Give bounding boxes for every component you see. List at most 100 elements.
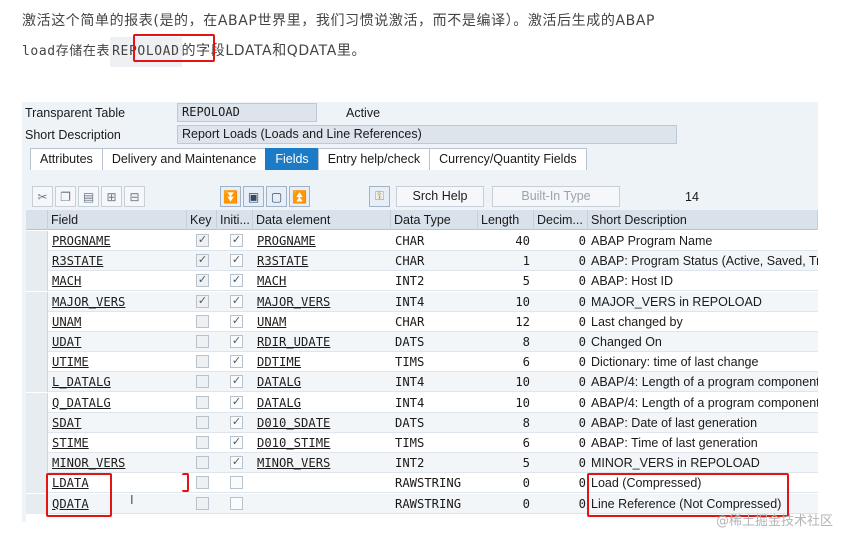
cut-icon[interactable]: ✂	[32, 186, 53, 207]
table-row[interactable]: MACH MACH INT2 5 0 ABAP: Host ID ✓ ✓	[26, 271, 818, 292]
col-initial[interactable]: Initi...	[217, 210, 253, 230]
tab-attributes[interactable]: Attributes	[30, 148, 103, 170]
initial-value-checkbox[interactable]: ✓	[230, 436, 243, 449]
row-selector[interactable]	[26, 473, 48, 494]
delete-row-icon[interactable]: ⊟	[124, 186, 145, 207]
tab-entry-help[interactable]: Entry help/check	[317, 148, 431, 170]
field-name-cell[interactable]: MACH	[52, 271, 182, 291]
key-checkbox[interactable]	[196, 456, 209, 470]
key-checkbox[interactable]: ✓	[196, 234, 209, 247]
data-element-cell[interactable]: DATALG	[257, 393, 387, 413]
table-row[interactable]: PROGNAME PROGNAME CHAR 40 0 ABAP Program Name…	[26, 231, 818, 251]
initial-value-checkbox[interactable]: ✓	[230, 415, 243, 429]
key-checkbox[interactable]	[196, 355, 209, 369]
field-name-cell[interactable]: STIME	[52, 433, 182, 453]
row-selector-header[interactable]	[26, 210, 48, 230]
data-element-cell[interactable]	[257, 473, 387, 493]
row-selector[interactable]	[26, 433, 48, 453]
tab-currency-quantity[interactable]: Currency/Quantity Fields	[429, 148, 587, 170]
search-help-button[interactable]: Srch Help	[396, 186, 484, 207]
table-row[interactable]: L_DATALG DATALG INT4 10 0 ABAP/4: Length of a…	[26, 372, 818, 393]
initial-value-checkbox[interactable]	[230, 496, 243, 510]
row-selector[interactable]	[26, 392, 48, 413]
field-name-cell[interactable]: L_DATALG	[52, 372, 182, 392]
col-data-element[interactable]: Data element	[253, 210, 391, 230]
expand-all-icon[interactable]: ⏬	[220, 186, 241, 207]
field-name-cell[interactable]: MAJOR_VERS	[52, 292, 182, 312]
row-selector[interactable]	[26, 412, 48, 433]
initial-value-checkbox[interactable]: ✓	[230, 274, 243, 288]
insert-row-icon[interactable]: ⊞	[101, 186, 122, 207]
key-checkbox[interactable]	[196, 395, 209, 409]
field-name-cell[interactable]: Q_DATALG	[52, 393, 182, 413]
data-element-cell[interactable]: D010_SDATE	[257, 413, 387, 433]
key-checkbox[interactable]: ✓	[196, 274, 209, 288]
col-data-type[interactable]: Data Type	[391, 210, 478, 230]
data-element-cell[interactable]: MINOR_VERS	[257, 453, 387, 473]
table-row[interactable]: MAJOR_VERS MAJOR_VERS INT4 10 0 MAJOR_VERS in…	[26, 291, 818, 312]
field-name-cell[interactable]: LDATA	[52, 473, 182, 493]
built-in-type-button[interactable]: Built-In Type	[492, 186, 620, 207]
select-icon[interactable]: ▣	[243, 186, 264, 207]
row-selector[interactable]	[26, 231, 48, 251]
field-name-cell[interactable]: R3STATE	[52, 251, 182, 271]
initial-value-checkbox[interactable]: ✓	[230, 335, 243, 348]
data-element-cell[interactable]: R3STATE	[257, 251, 387, 271]
field-name-cell[interactable]: UNAM	[52, 312, 182, 332]
initial-value-checkbox[interactable]: ✓	[230, 456, 243, 470]
row-selector[interactable]	[26, 332, 48, 352]
field-name-cell[interactable]: UDAT	[52, 332, 182, 352]
data-element-cell[interactable]: RDIR_UDATE	[257, 332, 387, 352]
table-row[interactable]: Q_DATALG DATALG INT4 10 0 ABAP/4: Length of a…	[26, 392, 818, 413]
field-name-cell[interactable]: SDAT	[52, 413, 182, 433]
data-element-cell[interactable]: MAJOR_VERS	[257, 292, 387, 312]
data-element-cell[interactable]: MACH	[257, 271, 387, 291]
table-row[interactable]: LDATA RAWSTRING 0 0 Load (Compressed)	[26, 473, 818, 494]
paste-icon[interactable]: ▤	[78, 186, 99, 207]
key-checkbox[interactable]	[196, 375, 209, 389]
table-row[interactable]: UTIME DDTIME TIMS 6 0 Dictionary: time of las…	[26, 352, 818, 373]
key-checkbox[interactable]	[196, 476, 209, 490]
row-selector[interactable]	[26, 493, 48, 514]
collapse-all-icon[interactable]: ⏫	[289, 186, 310, 207]
row-selector[interactable]	[26, 453, 48, 474]
row-selector[interactable]	[26, 352, 48, 373]
tab-delivery-maintenance[interactable]: Delivery and Maintenance	[101, 148, 267, 170]
table-row[interactable]: UNAM UNAM CHAR 12 0 Last changed by ✓	[26, 311, 818, 332]
field-name-cell[interactable]: UTIME	[52, 352, 182, 372]
col-decimals[interactable]: Decim...	[534, 210, 588, 230]
data-element-cell[interactable]: UNAM	[257, 312, 387, 332]
key-checkbox[interactable]: ✓	[196, 294, 209, 308]
table-row[interactable]: QDATA RAWSTRING 0 0 Line Reference (Not Comp…	[26, 493, 818, 514]
data-element-cell[interactable]: PROGNAME	[257, 231, 387, 251]
key-icon[interactable]: ⚿	[369, 186, 390, 207]
initial-value-checkbox[interactable]: ✓	[230, 395, 243, 409]
row-selector[interactable]	[26, 291, 48, 312]
table-row[interactable]: SDAT D010_SDATE DATS 8 0 ABAP: Date of last g…	[26, 412, 818, 433]
row-selector[interactable]	[26, 251, 48, 272]
initial-value-checkbox[interactable]	[230, 476, 243, 490]
table-row[interactable]: MINOR_VERS MINOR_VERS INT2 5 0 MINOR_VERS in …	[26, 453, 818, 474]
data-element-cell[interactable]: D010_STIME	[257, 433, 387, 453]
key-checkbox[interactable]	[196, 314, 209, 328]
initial-value-checkbox[interactable]: ✓	[230, 314, 243, 328]
row-selector[interactable]	[26, 311, 48, 332]
table-row[interactable]: UDAT RDIR_UDATE DATS 8 0 Changed On ✓	[26, 332, 818, 352]
col-key[interactable]: Key	[187, 210, 217, 230]
key-checkbox[interactable]	[196, 496, 209, 510]
initial-value-checkbox[interactable]: ✓	[230, 234, 243, 247]
data-element-cell[interactable]	[257, 494, 387, 514]
key-checkbox[interactable]	[196, 436, 209, 449]
copy-icon[interactable]: ❐	[55, 186, 76, 207]
tab-fields[interactable]: Fields	[265, 148, 319, 170]
col-field[interactable]: Field	[48, 210, 187, 230]
data-element-cell[interactable]: DATALG	[257, 372, 387, 392]
initial-value-checkbox[interactable]: ✓	[230, 355, 243, 369]
field-name-cell[interactable]: QDATA	[52, 494, 182, 514]
table-row[interactable]: R3STATE R3STATE CHAR 1 0 ABAP: Program Status…	[26, 251, 818, 272]
col-length[interactable]: Length	[478, 210, 534, 230]
field-name-cell[interactable]: MINOR_VERS	[52, 453, 182, 473]
initial-value-checkbox[interactable]: ✓	[230, 375, 243, 389]
short-desc-field[interactable]: Report Loads (Loads and Line References)	[177, 125, 677, 144]
row-selector[interactable]	[26, 271, 48, 292]
